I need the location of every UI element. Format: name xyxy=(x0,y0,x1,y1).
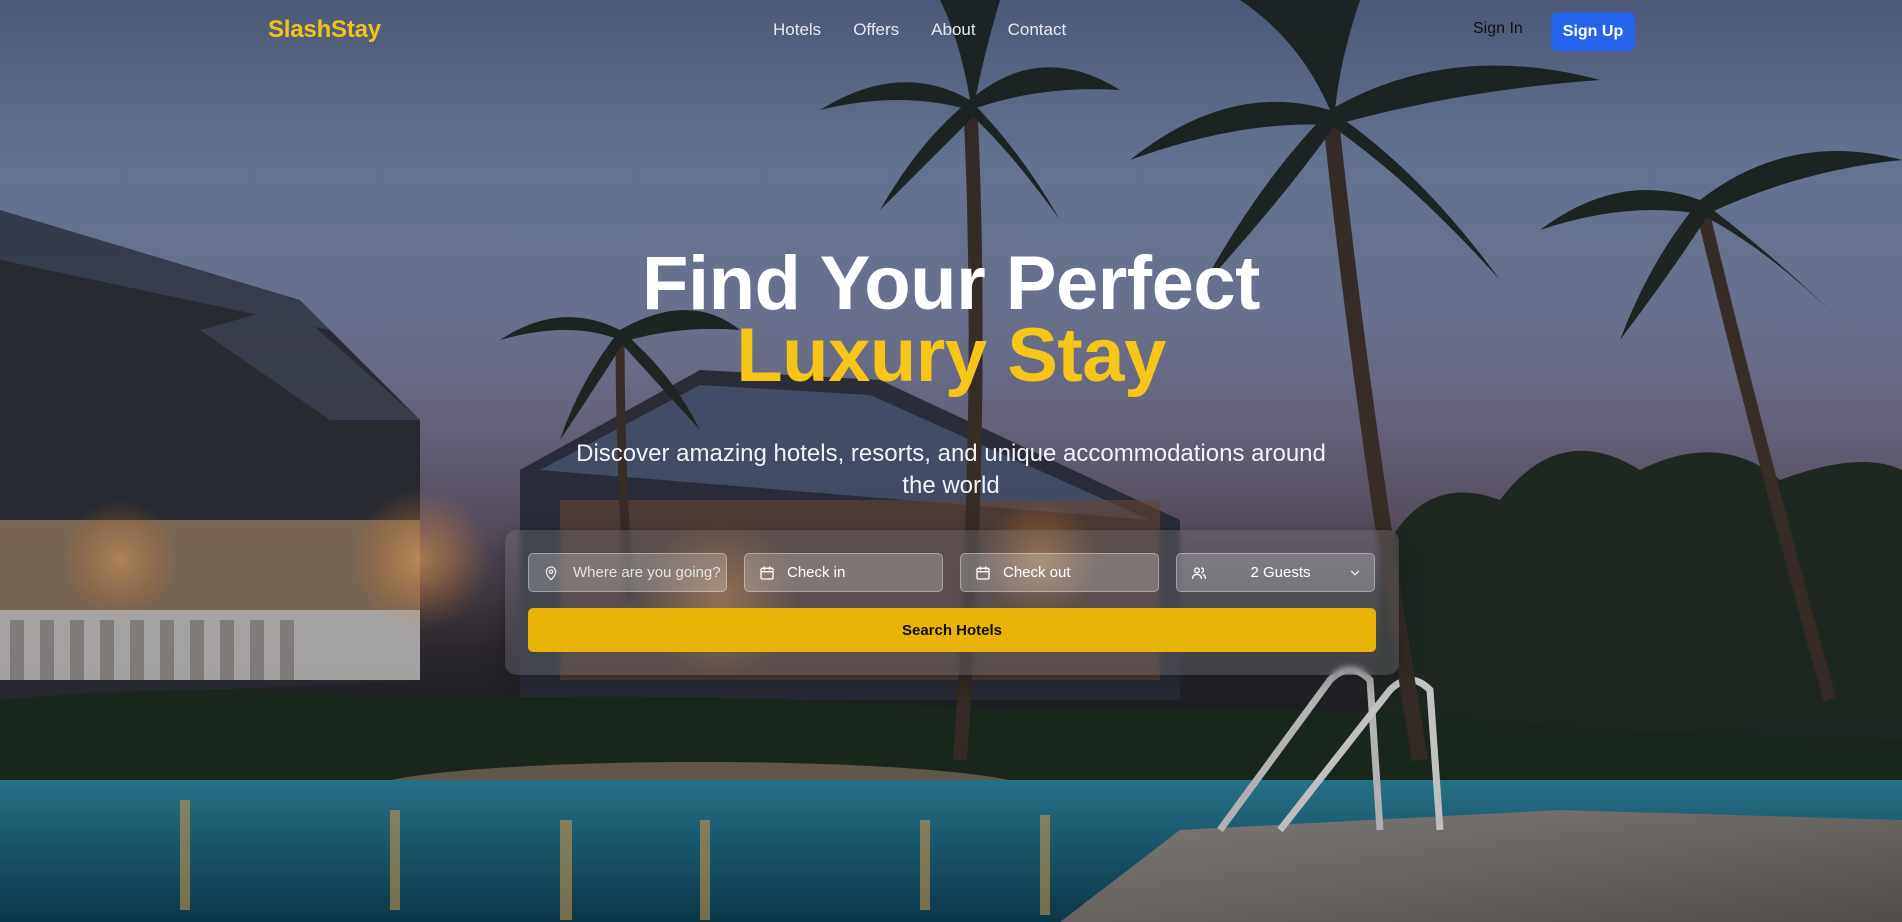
hero-headline-highlight: Luxury Stay xyxy=(736,313,1166,398)
sign-up-button[interactable]: Sign Up xyxy=(1551,12,1635,51)
check-out-label: Check out xyxy=(1003,564,1071,581)
destination-input[interactable] xyxy=(571,563,725,582)
check-out-field[interactable]: Check out xyxy=(960,553,1159,592)
destination-field[interactable] xyxy=(528,553,727,592)
nav-links: Hotels Offers About Contact xyxy=(773,20,1066,40)
hotel-search-form: Check in Check out 2 Guests Search Hotel… xyxy=(505,530,1399,675)
calendar-icon xyxy=(975,565,991,581)
check-in-field[interactable]: Check in xyxy=(744,553,943,592)
top-navigation: SlashStay Hotels Offers About Contact Si… xyxy=(0,0,1902,62)
calendar-icon xyxy=(759,565,775,581)
guests-value: 2 Guests xyxy=(1250,564,1311,581)
nav-link-hotels[interactable]: Hotels xyxy=(773,20,821,40)
brand-logo[interactable]: SlashStay xyxy=(268,16,381,44)
map-pin-icon xyxy=(543,565,559,581)
hero-subtext: Discover amazing hotels, resorts, and un… xyxy=(576,440,1326,499)
sign-in-link[interactable]: Sign In xyxy=(1473,20,1523,38)
nav-link-offers[interactable]: Offers xyxy=(853,20,899,40)
search-hotels-button[interactable]: Search Hotels xyxy=(528,608,1376,652)
guests-select[interactable]: 2 Guests xyxy=(1176,553,1375,592)
nav-link-about[interactable]: About xyxy=(931,20,975,40)
check-in-label: Check in xyxy=(787,564,846,581)
users-icon xyxy=(1191,565,1207,581)
chevron-down-icon xyxy=(1348,566,1362,580)
nav-link-contact[interactable]: Contact xyxy=(1008,20,1067,40)
